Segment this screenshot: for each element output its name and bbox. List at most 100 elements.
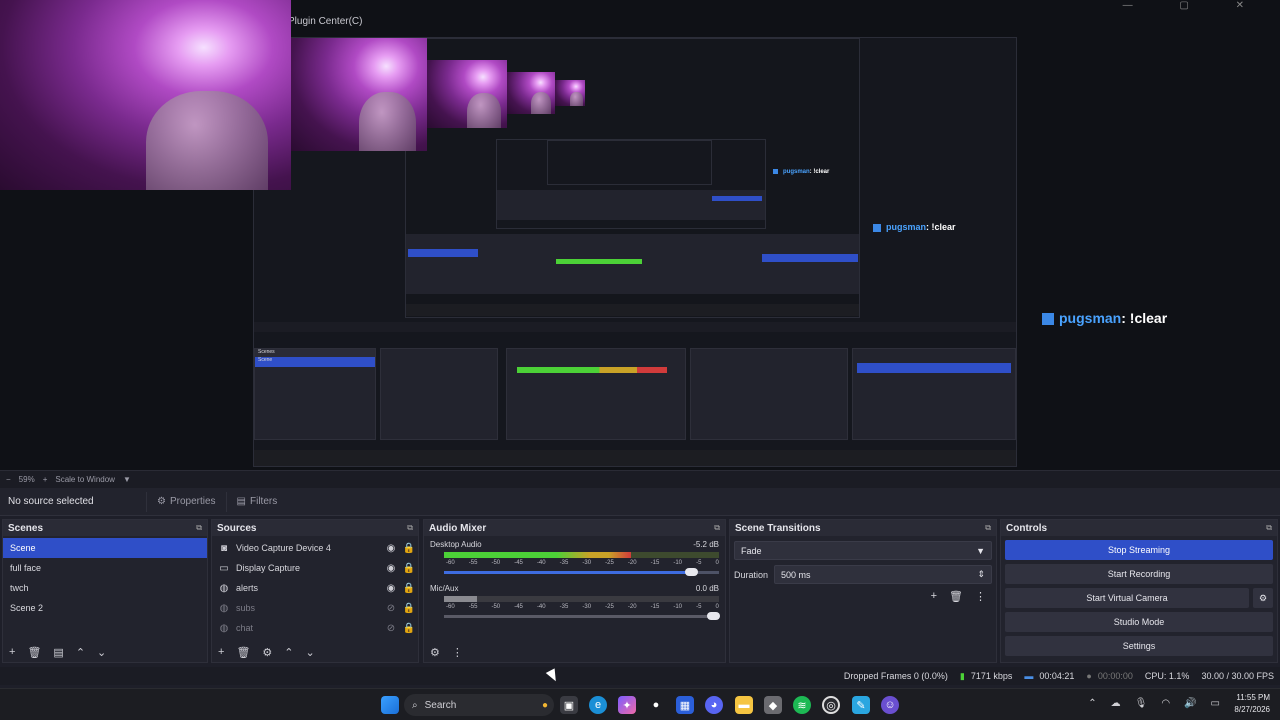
- add-icon[interactable]: +: [931, 590, 937, 603]
- task-view-icon[interactable]: ▣: [560, 696, 578, 714]
- file-explorer-icon[interactable]: ▬: [735, 696, 753, 714]
- controls-title: Controls: [1006, 522, 1048, 534]
- start-virtual-camera-button[interactable]: Start Virtual Camera: [1005, 588, 1249, 608]
- source-item[interactable]: ◍ chat ⊘ 🔒: [212, 618, 418, 638]
- volume-slider[interactable]: [444, 612, 720, 620]
- lock-icon[interactable]: 🔒: [400, 583, 418, 594]
- stepper-icon[interactable]: ⇕: [977, 569, 985, 580]
- duration-input[interactable]: 500 ms ⇕: [774, 565, 992, 584]
- scale-tick-label: -5: [696, 560, 702, 566]
- studio-mode-button[interactable]: Studio Mode: [1005, 612, 1273, 632]
- popout-icon[interactable]: ⧉: [196, 523, 202, 533]
- eye-icon[interactable]: ◉: [382, 563, 400, 574]
- settings-button[interactable]: Settings: [1005, 636, 1273, 656]
- stop-streaming-button[interactable]: Stop Streaming: [1005, 540, 1273, 560]
- browser-icon: ◍: [219, 622, 229, 634]
- trash-icon[interactable]: 🗑: [27, 646, 41, 659]
- cloud-icon[interactable]: ☁: [1111, 698, 1121, 709]
- source-item[interactable]: ◙ Video Capture Device 4 ◉ 🔒: [212, 538, 418, 558]
- popout-icon[interactable]: ⧉: [714, 523, 720, 533]
- filters-button[interactable]: ▤ Filters: [225, 491, 288, 512]
- channel-db: 0.0 dB: [695, 584, 719, 593]
- chat-message: pugsman: !clear: [1042, 310, 1167, 326]
- copilot-icon[interactable]: ✦: [618, 696, 636, 714]
- popout-icon[interactable]: ⧉: [407, 523, 413, 533]
- trash-icon[interactable]: 🗑: [236, 646, 250, 659]
- scene-item[interactable]: Scene: [3, 538, 207, 558]
- zoom-in-icon[interactable]: +: [43, 475, 48, 484]
- properties-button[interactable]: ⚙ Properties: [146, 491, 226, 512]
- more-icon[interactable]: ⋮: [452, 646, 463, 659]
- webcam-feed-nested: [427, 60, 507, 128]
- slider-handle[interactable]: [706, 612, 720, 620]
- slider-handle[interactable]: [684, 568, 698, 576]
- game-app-icon[interactable]: ◆: [764, 696, 782, 714]
- chevron-down-icon[interactable]: ⌄: [97, 646, 106, 659]
- source-item[interactable]: ▭ Display Capture ◉ 🔒: [212, 558, 418, 578]
- lock-icon[interactable]: 🔒: [400, 603, 418, 614]
- chevron-down-icon[interactable]: ⌄: [306, 646, 315, 659]
- taskbar-search[interactable]: ⌕ Search ●: [404, 694, 554, 716]
- filter-icon: ▤: [236, 496, 246, 507]
- source-context-bar: No source selected ⚙ Properties ▤ Filters: [0, 488, 1280, 516]
- zoom-out-icon[interactable]: −: [6, 475, 11, 484]
- ghost-app-icon[interactable]: ●: [647, 696, 665, 714]
- eye-hidden-icon[interactable]: ⊘: [382, 623, 400, 634]
- paint-app-icon[interactable]: ✎: [852, 696, 870, 714]
- trash-icon[interactable]: 🗑: [949, 590, 963, 603]
- scale-tick-label: -50: [491, 560, 501, 566]
- chevron-down-icon[interactable]: ▼: [123, 475, 131, 484]
- filter-icon[interactable]: ▤: [53, 646, 63, 659]
- browser-icon: ◍: [219, 602, 229, 614]
- lock-icon[interactable]: 🔒: [400, 623, 418, 634]
- lock-icon[interactable]: 🔒: [400, 563, 418, 574]
- taskbar-clock[interactable]: 11:55 PM 8/27/2026: [1234, 692, 1270, 716]
- gear-icon[interactable]: ⚙: [262, 646, 272, 659]
- more-icon[interactable]: ⋮: [975, 590, 986, 603]
- lock-icon[interactable]: 🔒: [400, 543, 418, 554]
- edge-icon[interactable]: e: [589, 696, 607, 714]
- chat-app-icon[interactable]: ☺: [881, 696, 899, 714]
- duration-label: Duration: [734, 569, 769, 580]
- obs-icon[interactable]: ◎: [822, 696, 840, 714]
- windows-start-icon[interactable]: [381, 696, 399, 714]
- search-icon: ⌕: [412, 699, 418, 711]
- scene-item[interactable]: full face: [3, 558, 207, 578]
- start-recording-button[interactable]: Start Recording: [1005, 564, 1273, 584]
- advanced-audio-icon[interactable]: ⚙: [430, 646, 440, 659]
- popout-icon[interactable]: ⧉: [1266, 523, 1272, 533]
- eye-hidden-icon[interactable]: ⊘: [382, 603, 400, 614]
- window-caption: Plugin Center(C): [288, 16, 363, 27]
- virtual-camera-settings-button[interactable]: ⚙: [1253, 588, 1273, 608]
- window-controls[interactable]: — ▢ ✕: [1123, 0, 1266, 11]
- scale-tick-label: -15: [650, 560, 660, 566]
- popout-icon[interactable]: ⧉: [985, 523, 991, 533]
- volume-meter: [444, 596, 719, 602]
- add-icon[interactable]: +: [218, 646, 224, 658]
- chevron-up-icon[interactable]: ⌃: [284, 646, 293, 659]
- eye-icon[interactable]: ◉: [382, 583, 400, 594]
- battery-icon[interactable]: ▭: [1211, 698, 1220, 709]
- discord-icon[interactable]: ◕: [705, 696, 723, 714]
- add-icon[interactable]: +: [9, 646, 15, 658]
- chevron-up-icon[interactable]: ⌃: [76, 646, 85, 659]
- speaker-icon[interactable]: 🔊: [1184, 698, 1196, 709]
- store-icon[interactable]: ▦: [676, 696, 694, 714]
- wifi-icon[interactable]: ◠: [1161, 698, 1170, 709]
- chevron-up-icon[interactable]: ⌃: [1088, 698, 1096, 709]
- preview-canvas[interactable]: — ▢ ✕ Plugin Center(C) Scenes Scene pugs…: [0, 0, 1280, 470]
- scale-tick-label: -55: [468, 604, 478, 610]
- scale-mode-select[interactable]: Scale to Window: [55, 475, 115, 484]
- microphone-icon[interactable]: 🎙: [1135, 698, 1148, 709]
- source-item[interactable]: ◍ alerts ◉ 🔒: [212, 578, 418, 598]
- channel-name: Desktop Audio: [430, 540, 482, 549]
- transition-select[interactable]: Fade ▼: [734, 541, 992, 560]
- scale-tick-label: -5: [696, 604, 702, 610]
- scene-item[interactable]: Scene 2: [3, 598, 207, 618]
- source-item[interactable]: ◍ subs ⊘ 🔒: [212, 598, 418, 618]
- spotify-icon[interactable]: ≋: [793, 696, 811, 714]
- eye-icon[interactable]: ◉: [382, 543, 400, 554]
- zoom-level[interactable]: 59%: [19, 475, 35, 484]
- scene-item[interactable]: twch: [3, 578, 207, 598]
- volume-slider[interactable]: [444, 568, 719, 576]
